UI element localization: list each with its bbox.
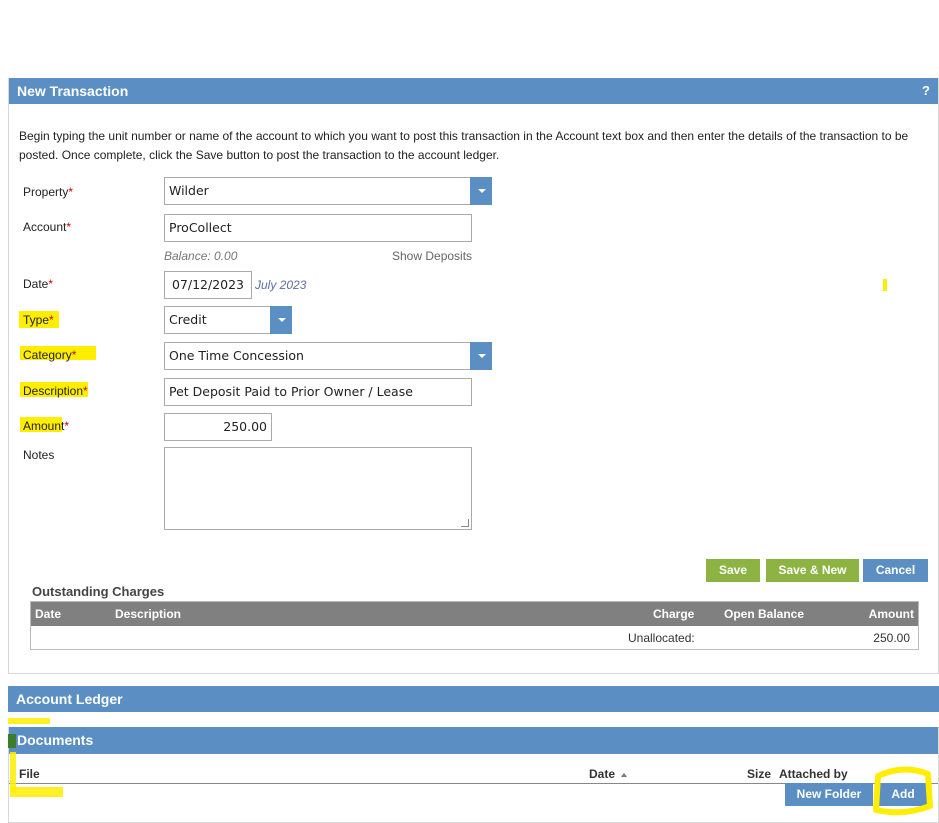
resize-grip-icon[interactable] [461,519,469,527]
property-label: Property* [23,185,74,199]
sort-ascending-icon [621,772,628,777]
documents-table-header: File Date Size Attached by [9,764,938,784]
documents-title: Documents [17,732,94,748]
column-header-date[interactable]: Date [35,602,61,626]
column-header-open-balance[interactable]: Open Balance [724,602,804,626]
documents-header[interactable]: Documents [9,727,938,754]
column-header-date[interactable]: Date [589,767,628,781]
chevron-down-icon[interactable] [470,342,492,370]
table-row: Unallocated: 250.00 [31,626,918,649]
date-label: Date* [23,277,54,291]
date-month-text: July 2023 [255,278,307,292]
help-icon[interactable]: ? [922,78,930,104]
type-select[interactable]: Credit [164,306,292,334]
intro-text: Begin typing the unit number or name of … [19,129,909,162]
highlight-mark [883,279,887,291]
date-input[interactable]: 07/12/2023 [164,271,252,299]
documents-panel: Documents File Date Size Attached by New… [8,727,939,823]
type-value: Credit [169,312,207,327]
category-select[interactable]: One Time Concession [164,342,492,370]
chevron-down-icon[interactable] [470,177,492,205]
description-label: Description* [23,384,88,398]
amount-label: Amount* [23,419,70,433]
highlight-circle [873,766,933,816]
column-header-amount[interactable]: Amount [869,602,914,626]
unallocated-amount: 250.00 [873,631,910,645]
highlight-mark [10,752,16,792]
outstanding-charges-table: Date Description Charge Open Balance Amo… [30,601,919,650]
category-label: Category* [23,348,77,362]
account-ledger-panel[interactable]: Account Ledger [8,686,939,712]
column-header-charge[interactable]: Charge [653,602,694,626]
notes-textarea[interactable] [164,447,472,530]
chevron-down-icon[interactable] [270,306,292,334]
outstanding-charges-title: Outstanding Charges [32,584,165,599]
new-folder-button[interactable]: New Folder [785,783,873,806]
account-ledger-header[interactable]: Account Ledger [8,686,939,712]
property-select[interactable]: Wilder [164,177,492,205]
show-deposits-link[interactable]: Show Deposits [392,249,472,263]
panel-title: New Transaction [17,83,129,99]
description-input[interactable]: Pet Deposit Paid to Prior Owner / Lease [164,378,472,406]
table-header: Date Description Charge Open Balance Amo… [31,602,918,626]
account-input[interactable]: ProCollect [164,214,472,242]
column-header-description[interactable]: Description [115,602,181,626]
save-and-new-button[interactable]: Save & New [766,559,859,582]
cancel-button[interactable]: Cancel [863,559,928,582]
balance-text: Balance: 0.00 [164,249,238,263]
highlight-mark [8,734,16,748]
account-ledger-title: Account Ledger [16,691,123,707]
highlight-mark [10,787,63,797]
column-header-attached-by[interactable]: Attached by [779,767,848,781]
unallocated-label: Unallocated: [628,631,695,645]
highlight-mark [8,718,50,724]
category-value: One Time Concession [169,348,304,363]
panel-header: New Transaction ? [9,78,938,104]
property-value: Wilder [169,183,209,198]
new-transaction-panel: New Transaction ? Begin typing the unit … [8,78,939,674]
amount-input[interactable]: 250.00 [164,413,272,441]
save-button[interactable]: Save [706,559,760,582]
column-header-size[interactable]: Size [747,767,771,781]
column-header-file[interactable]: File [19,767,40,781]
type-label: Type* [23,313,54,327]
account-label: Account* [23,220,72,234]
notes-label: Notes [23,448,55,462]
